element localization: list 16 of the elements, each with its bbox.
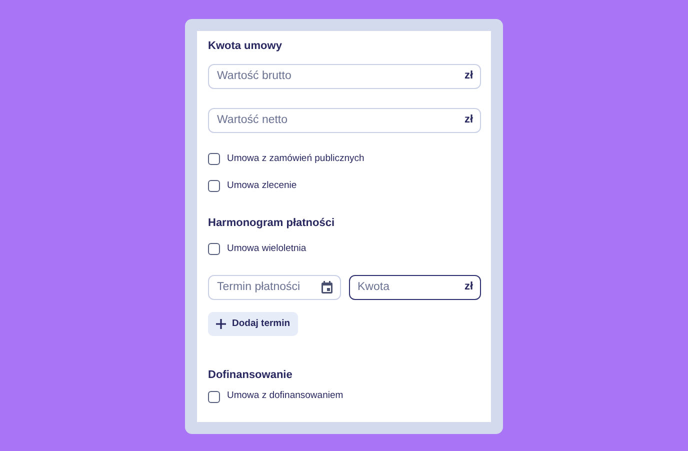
checkbox[interactable] — [208, 152, 220, 165]
checkbox-label: Umowa z dofinansowaniem — [227, 389, 344, 404]
checkbox-label: Umowa wieloletnia — [227, 242, 306, 256]
section-heading: Harmonogram płatności — [208, 216, 336, 231]
section-heading: Dofinansowanie — [208, 368, 294, 383]
section-heading: Kwota umowy — [208, 39, 283, 54]
checkbox[interactable] — [208, 390, 220, 402]
currency-label: zł — [464, 70, 473, 82]
checkbox-label: Umowa z zamówień publicznych — [227, 152, 364, 166]
currency-label: zł — [464, 114, 473, 126]
checkbox[interactable] — [208, 180, 220, 192]
plus-icon — [216, 318, 226, 329]
checkbox-label: Umowa zlecenie — [227, 178, 297, 193]
add-term-button[interactable]: Dodaj termin — [208, 312, 298, 336]
currency-label: zł — [464, 282, 473, 293]
checkbox[interactable] — [208, 242, 220, 255]
